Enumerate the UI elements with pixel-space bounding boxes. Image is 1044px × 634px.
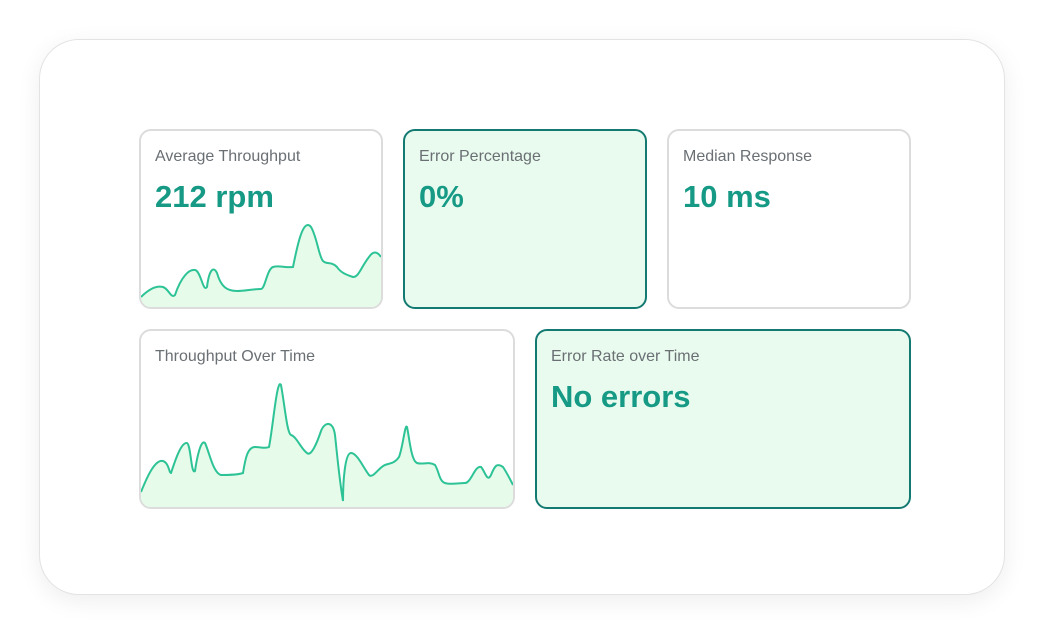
card-title: Error Rate over Time <box>551 348 700 365</box>
median-response-card[interactable]: Median Response 10 ms <box>667 129 911 309</box>
throughput-over-time-card[interactable]: Throughput Over Time <box>139 329 515 509</box>
card-value: 10 ms <box>683 179 771 214</box>
card-title: Average Throughput <box>155 148 301 165</box>
card-title: Throughput Over Time <box>155 348 316 365</box>
throughput-sparkline <box>141 224 381 307</box>
card-value: 0% <box>419 179 464 214</box>
sparkline-area <box>141 225 381 307</box>
error-percentage-card[interactable]: Error Percentage 0% <box>403 129 647 309</box>
sparkline-area <box>141 384 513 507</box>
card-title: Median Response <box>683 148 812 165</box>
dashboard-frame: Average Throughput 212 rpm Error Percent… <box>39 39 1005 595</box>
error-rate-over-time-card[interactable]: Error Rate over Time No errors <box>535 329 911 509</box>
throughput-over-time-sparkline <box>141 383 513 507</box>
card-title: Error Percentage <box>419 148 541 165</box>
average-throughput-card[interactable]: Average Throughput 212 rpm <box>139 129 383 309</box>
card-value: No errors <box>551 379 691 414</box>
